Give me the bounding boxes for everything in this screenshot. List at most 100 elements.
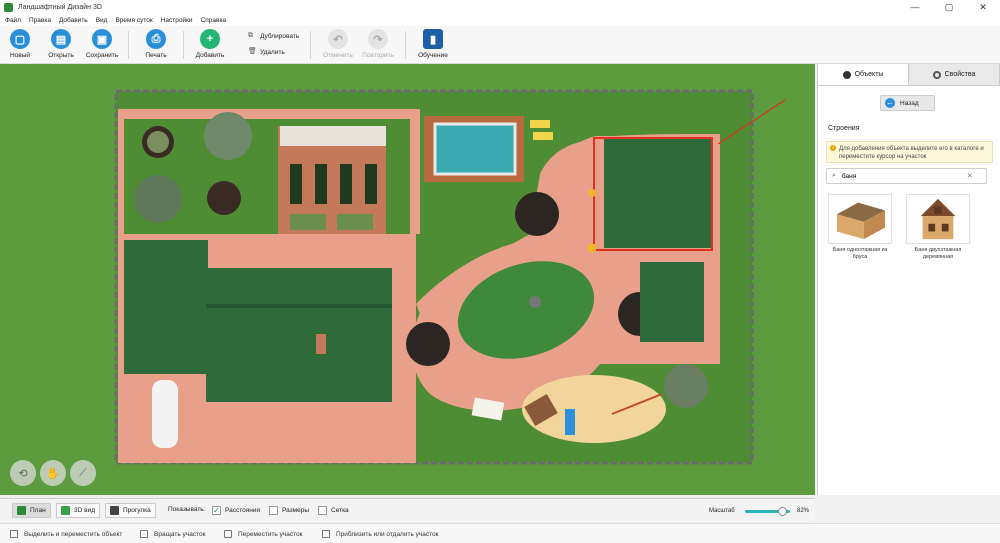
- plan-canvas[interactable]: ⟲ ✋ ⟋: [0, 64, 815, 495]
- tab-objects[interactable]: Объекты: [818, 64, 909, 85]
- sun-lounger: [530, 120, 550, 128]
- delete-label: Удалить: [260, 48, 285, 56]
- catalog-item[interactable]: Баня одноэтажная из бруса: [828, 194, 892, 261]
- menu-view[interactable]: Вид: [96, 17, 108, 24]
- catalog-item[interactable]: Баня двухэтажная деревянная: [906, 194, 970, 261]
- add-button[interactable]: + Добавить: [192, 29, 228, 59]
- duplicate-button[interactable]: ⧉ Дублировать: [248, 32, 299, 40]
- car: [152, 380, 178, 448]
- menu-settings[interactable]: Настройки: [161, 17, 193, 24]
- new-label: Новый: [9, 52, 31, 59]
- status-text: Вращать участок: [154, 530, 206, 538]
- zoom-slider[interactable]: [745, 507, 790, 516]
- maximize-button[interactable]: ▢: [932, 0, 966, 14]
- folder-icon: ▤: [51, 29, 71, 49]
- delete-button[interactable]: 🗑 Удалить: [248, 48, 285, 56]
- distances-label: Расстояния: [225, 507, 261, 514]
- view-3d-button[interactable]: 3D вид: [56, 503, 100, 518]
- plus-icon: +: [200, 29, 220, 49]
- menu-help[interactable]: Справка: [201, 17, 227, 24]
- window-controls: — ▢ ✕: [898, 0, 1000, 14]
- rotate-tool-icon[interactable]: ⟲: [10, 460, 36, 486]
- print-button[interactable]: ⎙ Печать: [138, 29, 174, 59]
- search-input[interactable]: [841, 172, 967, 180]
- panel-tabs: Объекты Свойства: [818, 64, 1000, 86]
- trash-icon: 🗑: [248, 48, 257, 55]
- dimensions-checkbox[interactable]: Размеры: [269, 506, 309, 515]
- sun-lounger: [533, 132, 553, 140]
- save-button[interactable]: ▣ Сохранить: [84, 29, 120, 59]
- back-button[interactable]: ← Назад: [880, 95, 935, 111]
- menu-time-of-day[interactable]: Время суток: [115, 17, 152, 24]
- open-label: Открыть: [48, 52, 74, 59]
- ruler-tool-icon[interactable]: ⟋: [70, 460, 96, 486]
- new-file-icon: ▢: [10, 29, 30, 49]
- undo-icon: ↶: [328, 29, 348, 49]
- hint-box: Для добавления объекта выделите его в ка…: [826, 141, 993, 163]
- distances-checkbox[interactable]: ✓ Расстояния: [212, 506, 260, 515]
- view-3d-label: 3D вид: [74, 507, 95, 514]
- move-icon: [224, 530, 232, 538]
- clear-icon[interactable]: ✕: [967, 172, 973, 180]
- view-bar: План 3D вид Прогулка Показывать: ✓ Расст…: [0, 498, 815, 522]
- garden-bed: [290, 164, 302, 204]
- search-field[interactable]: ⌕ ✕: [826, 168, 987, 184]
- catalog-panel: Объекты Свойства ← Назад Строения Для до…: [817, 64, 1000, 495]
- status-hint: Вращать участок: [140, 530, 205, 538]
- toolbar-divider: [183, 31, 184, 59]
- add-label: Добавить: [195, 52, 225, 59]
- close-button[interactable]: ✕: [966, 0, 1000, 14]
- hand-tool-icon[interactable]: ✋: [40, 460, 66, 486]
- garden-bed: [340, 164, 352, 204]
- tutorial-button[interactable]: ▮ Обучение: [415, 29, 451, 59]
- status-hint: Переместить участок: [224, 530, 303, 538]
- floppy-icon: ▣: [92, 29, 112, 49]
- view-walk-button[interactable]: Прогулка: [105, 503, 156, 518]
- menu-edit[interactable]: Правка: [29, 17, 51, 24]
- tree: [204, 112, 252, 160]
- fire-pit: [529, 296, 541, 308]
- shrub: [147, 131, 169, 153]
- window-title: Ландшафтный Дизайн 3D: [18, 3, 102, 11]
- toolbar: ▢ Новый ▤ Открыть ▣ Сохранить ⎙ Печать +…: [0, 26, 1000, 64]
- redo-button[interactable]: ↷ Повторить: [360, 29, 396, 59]
- toolbar-divider: [405, 31, 406, 59]
- book-icon: ▮: [423, 29, 443, 49]
- new-button[interactable]: ▢ Новый: [2, 29, 38, 59]
- house-roof: [206, 268, 392, 402]
- catalog-item-label: Баня одноэтажная из бруса: [832, 247, 888, 260]
- menu-add[interactable]: Добавить: [59, 17, 88, 24]
- view-plan-button[interactable]: План: [12, 503, 51, 518]
- zoom-slider-handle[interactable]: [778, 507, 787, 516]
- garden-bed: [365, 164, 377, 204]
- tree-3d-icon: [61, 506, 70, 515]
- toolbar-divider: [128, 31, 129, 59]
- printer-icon: ⎙: [146, 29, 166, 49]
- menu-file[interactable]: Файл: [5, 17, 21, 24]
- minimize-button[interactable]: —: [898, 0, 932, 14]
- grid-checkbox[interactable]: Сетка: [318, 506, 349, 515]
- tree: [134, 175, 182, 223]
- back-label: Назад: [900, 99, 919, 107]
- app-icon: [4, 2, 13, 12]
- tab-properties[interactable]: Свойства: [909, 64, 1000, 85]
- bathhouse-one-storey-thumbnail: [828, 194, 892, 244]
- status-hint: Выделить и переместить объект: [10, 530, 122, 538]
- gazebo-roof: [640, 262, 704, 342]
- undo-label: Отменить: [323, 52, 353, 59]
- slide: [565, 409, 575, 435]
- status-text: Приблизить или отдалить участок: [336, 530, 439, 538]
- undo-button[interactable]: ↶ Отменить: [320, 29, 356, 59]
- redo-label: Повторить: [362, 52, 394, 59]
- plan-drawing: [0, 64, 815, 495]
- duplicate-label: Дублировать: [260, 32, 300, 40]
- tab-properties-label: Свойства: [944, 71, 976, 78]
- gear-icon: [932, 70, 941, 79]
- open-button[interactable]: ▤ Открыть: [43, 29, 79, 59]
- walking-person-icon: [110, 506, 119, 515]
- pool-water: [433, 122, 517, 176]
- catalog-item-label: Баня двухэтажная деревянная: [914, 247, 962, 260]
- tab-objects-label: Объекты: [854, 71, 884, 78]
- objects-icon: [842, 70, 851, 79]
- zoom-value: 82%: [797, 508, 810, 514]
